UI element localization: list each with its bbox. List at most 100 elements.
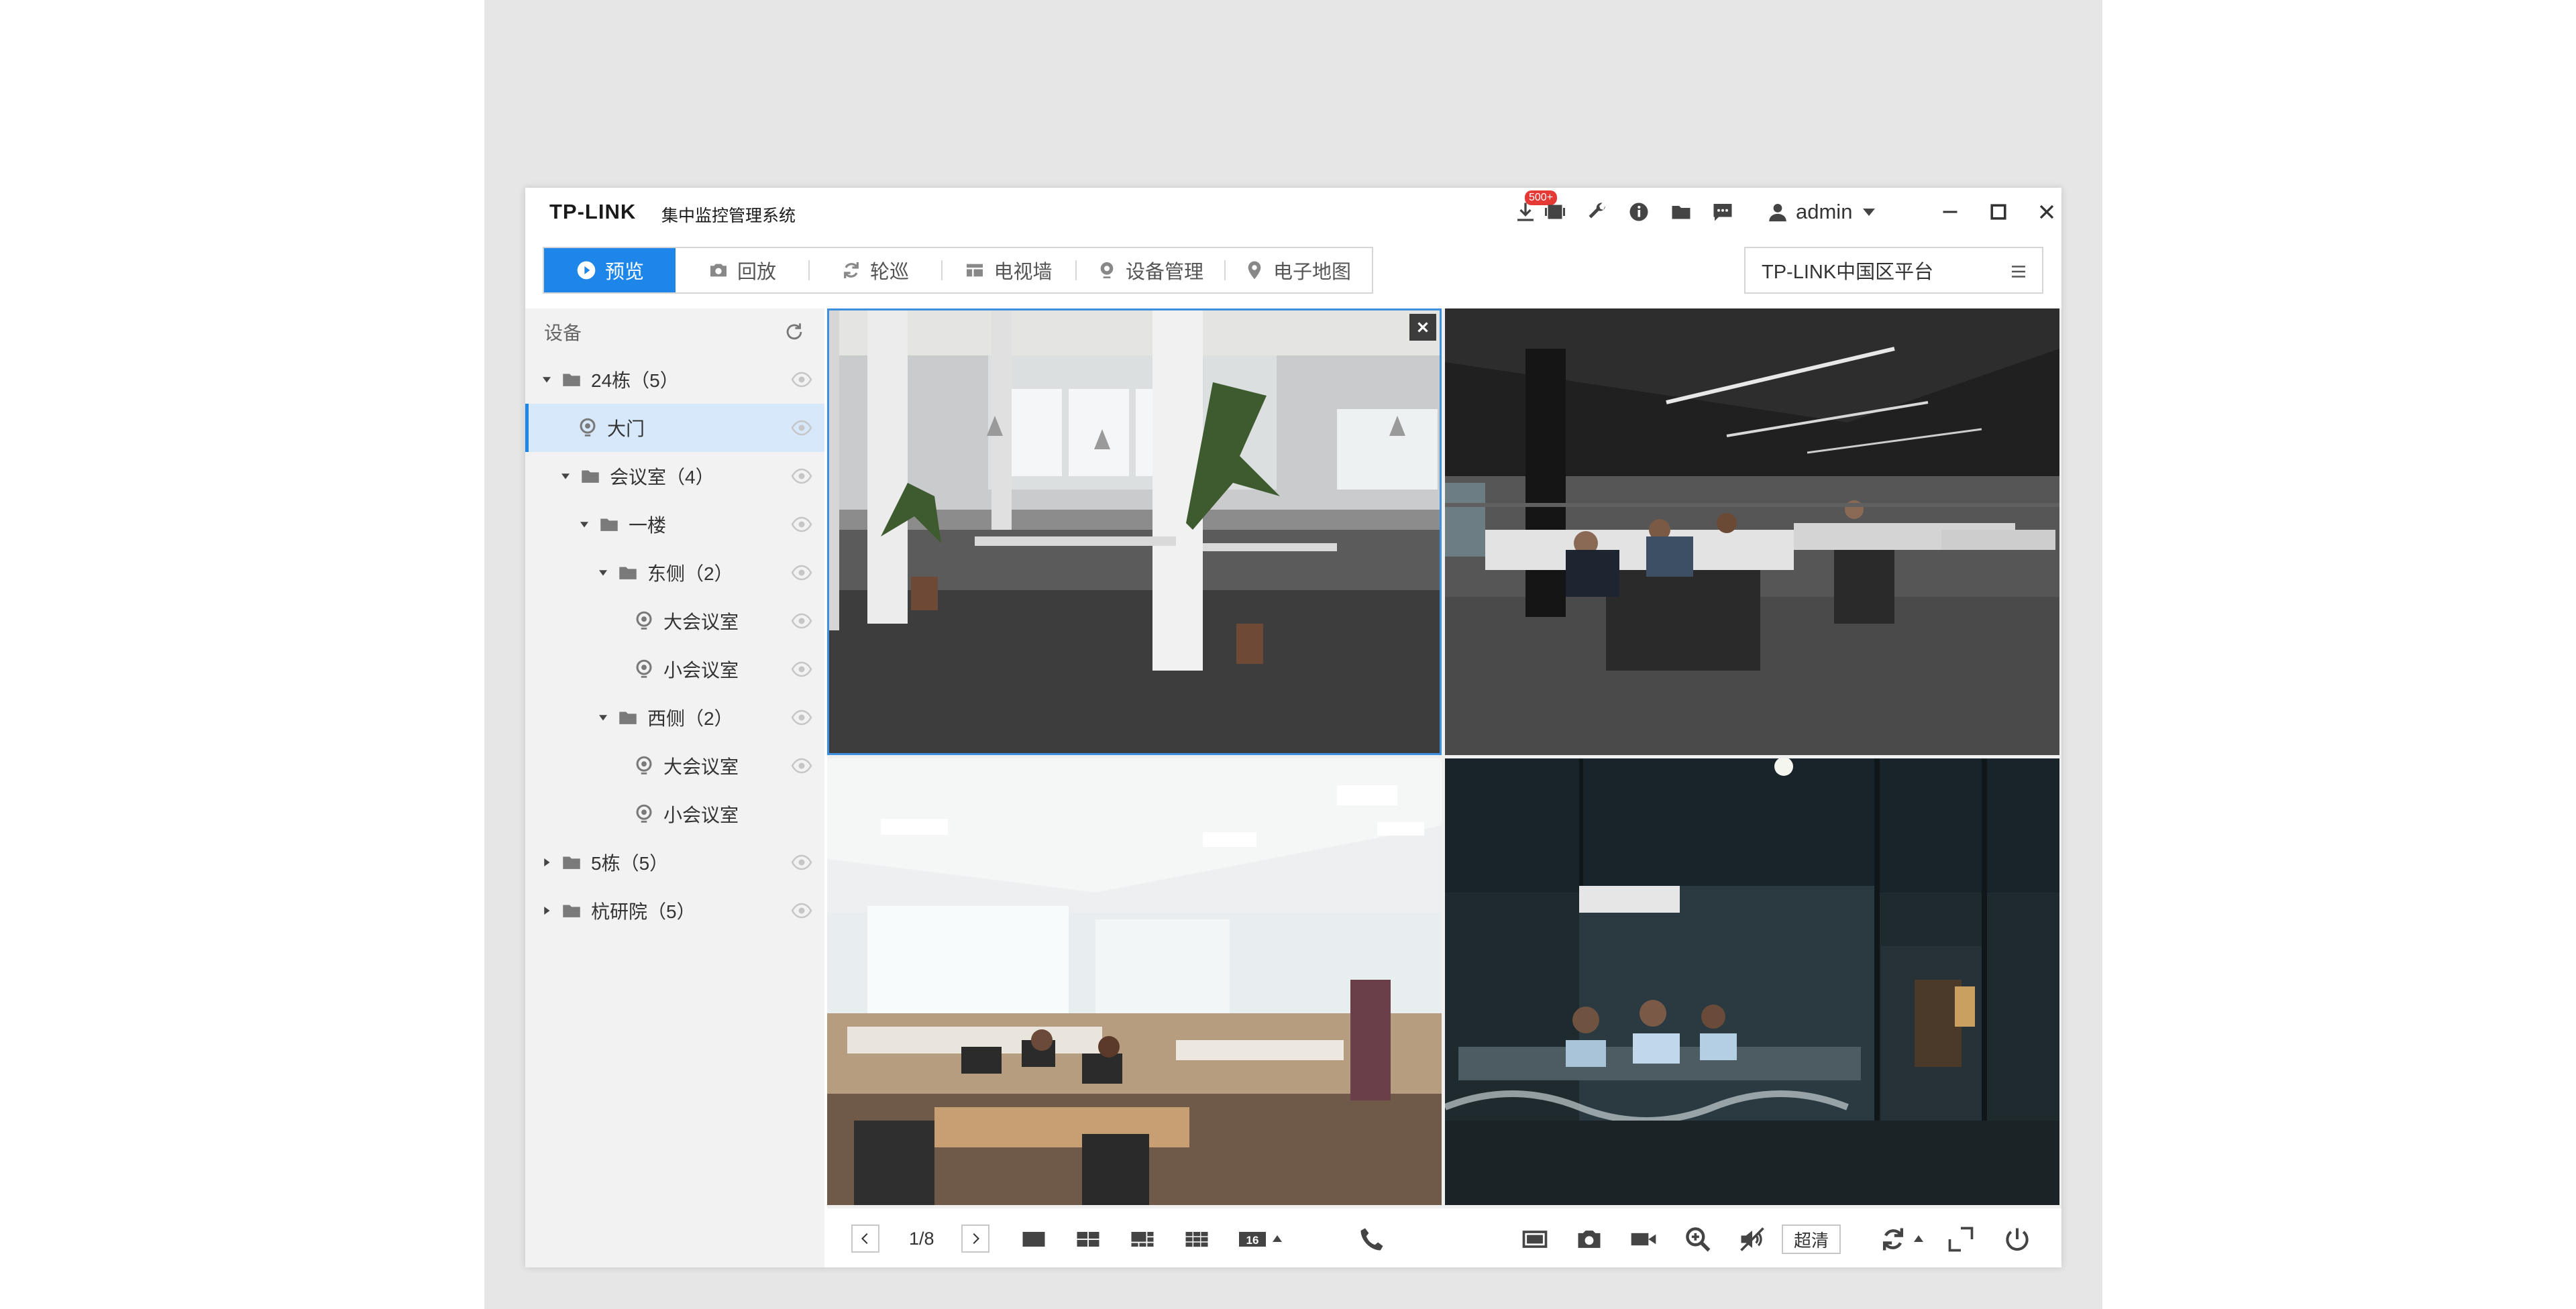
caret-down-icon[interactable] (576, 516, 592, 532)
intercom-button[interactable] (1357, 1225, 1387, 1254)
next-page-button[interactable] (961, 1225, 989, 1253)
zoom-in-icon (1686, 1227, 1711, 1252)
patrol-button[interactable] (1878, 1225, 1908, 1254)
tasks-icon[interactable] (1543, 200, 1567, 224)
tab-label: 电视墙 (994, 262, 1053, 283)
tree-folder-item[interactable]: 西侧（2） (525, 693, 824, 742)
record-button[interactable] (1629, 1225, 1658, 1254)
location-pin-icon (1100, 262, 1114, 278)
stop-all-button[interactable] (2002, 1225, 2032, 1254)
eye-icon[interactable] (791, 756, 812, 775)
video-tile[interactable] (1445, 758, 2059, 1205)
eye-icon[interactable] (791, 853, 812, 872)
eye-icon[interactable] (791, 515, 812, 534)
layout-more-icon[interactable] (1273, 1235, 1282, 1242)
tab-e-map[interactable]: 电子地图 (1224, 248, 1371, 292)
folder-icon (560, 899, 583, 922)
main-nav: 预览 回放 轮巡 电视墙 设备管理 电子地图 (543, 247, 1373, 294)
menu-icon[interactable] (2008, 262, 2029, 282)
eye-icon[interactable] (791, 660, 812, 679)
layout-sixteen-icon: 16 (1239, 1232, 1266, 1247)
layout-4-button[interactable] (1073, 1225, 1103, 1254)
cycle-icon (844, 262, 859, 278)
tree-item-label: 杭研院（5） (591, 901, 696, 922)
tree-item-label: 5栋（5） (591, 853, 669, 874)
video-tile[interactable] (827, 758, 1442, 1205)
refresh-icon[interactable] (783, 321, 806, 343)
tree-folder-item[interactable]: 一楼 (525, 500, 824, 549)
video-tile[interactable] (827, 308, 1442, 755)
title-bar: TP-LINK 集中监控管理系统 500+ admin (525, 188, 2061, 235)
layout-16-button[interactable]: 16 (1238, 1225, 1267, 1254)
caret-down-icon[interactable] (539, 372, 555, 388)
prev-page-button[interactable] (851, 1225, 879, 1253)
tab-patrol[interactable]: 轮巡 (808, 248, 941, 292)
eye-icon[interactable] (791, 418, 812, 437)
info-icon[interactable] (1627, 200, 1651, 224)
tree-folder-item[interactable]: 会议室（4） (525, 452, 824, 500)
speaker-mute-icon (1740, 1227, 1764, 1251)
tab-label: 电子地图 (1273, 262, 1351, 283)
video-grid (827, 308, 2061, 1208)
eye-icon[interactable] (791, 370, 812, 389)
fullscreen-button[interactable] (1946, 1225, 1976, 1254)
eye-icon[interactable] (791, 563, 812, 582)
video-tile[interactable] (1445, 308, 2059, 755)
user-menu[interactable]: admin (1766, 198, 1876, 225)
camera-icon (710, 264, 727, 277)
eye-icon[interactable] (791, 901, 812, 920)
maximize-button[interactable] (1986, 200, 2010, 224)
sidebar-title: 设备 (544, 323, 582, 343)
layout-6-button[interactable] (1128, 1225, 1157, 1254)
minimize-button[interactable] (1938, 200, 1962, 224)
user-name: admin (1796, 200, 1853, 223)
fit-window-button[interactable] (1520, 1225, 1550, 1254)
close-tile-button[interactable] (1409, 314, 1436, 341)
camera-icon (576, 416, 599, 439)
layout-9-button[interactable] (1182, 1225, 1212, 1254)
caret-down-icon[interactable] (557, 468, 574, 484)
tab-label: 预览 (604, 262, 644, 283)
wrench-icon[interactable] (1585, 200, 1609, 224)
tree-camera-item[interactable]: 大会议室 (525, 742, 824, 790)
close-button[interactable] (2035, 200, 2059, 224)
tab-device-management[interactable]: 设备管理 (1075, 248, 1224, 292)
layout-1-button[interactable] (1019, 1225, 1049, 1254)
tab-playback[interactable]: 回放 (676, 248, 808, 292)
tree-camera-item[interactable]: 大门 (525, 404, 824, 452)
eye-icon[interactable] (791, 612, 812, 630)
caret-right-icon[interactable] (539, 903, 555, 919)
layout-single-icon (1022, 1232, 1045, 1247)
tab-label: 回放 (737, 262, 776, 283)
platform-name: TP-LINK中国区平台 (1762, 262, 1934, 283)
mute-button[interactable] (1737, 1225, 1767, 1254)
quality-button[interactable]: 超清 (1782, 1225, 1841, 1254)
tree-item-label: 24栋（5） (591, 370, 679, 391)
snapshot-button[interactable] (1574, 1225, 1604, 1254)
tab-tv-wall[interactable]: 电视墙 (941, 248, 1075, 292)
folder-icon[interactable] (1669, 200, 1693, 224)
caret-right-icon[interactable] (539, 854, 555, 870)
tree-item-label: 小会议室 (663, 805, 739, 826)
tree-camera-item[interactable]: 大会议室 (525, 597, 824, 645)
phone-icon (1360, 1228, 1383, 1251)
tree-folder-item[interactable]: 24栋（5） (525, 355, 824, 404)
eye-icon[interactable] (791, 708, 812, 727)
tree-folder-item[interactable]: 5栋（5） (525, 838, 824, 887)
caret-down-icon[interactable] (595, 709, 611, 726)
video-feed-image (827, 308, 1442, 755)
zoom-button[interactable] (1683, 1225, 1713, 1254)
patrol-more-icon[interactable] (1914, 1235, 1923, 1242)
tree-camera-item[interactable]: 小会议室 (525, 645, 824, 693)
eye-icon[interactable] (791, 467, 812, 486)
fullscreen-icon (1948, 1227, 1974, 1252)
folder-icon (616, 706, 639, 729)
tree-camera-item[interactable]: 小会议室 (525, 790, 824, 838)
screen-icon (1522, 1231, 1548, 1248)
tree-folder-item[interactable]: 杭研院（5） (525, 887, 824, 935)
caret-down-icon[interactable] (595, 565, 611, 581)
tab-preview[interactable]: 预览 (544, 248, 676, 292)
message-icon[interactable] (1711, 200, 1735, 224)
tree-folder-item[interactable]: 东侧（2） (525, 549, 824, 597)
platform-selector[interactable]: TP-LINK中国区平台 (1744, 247, 2043, 294)
